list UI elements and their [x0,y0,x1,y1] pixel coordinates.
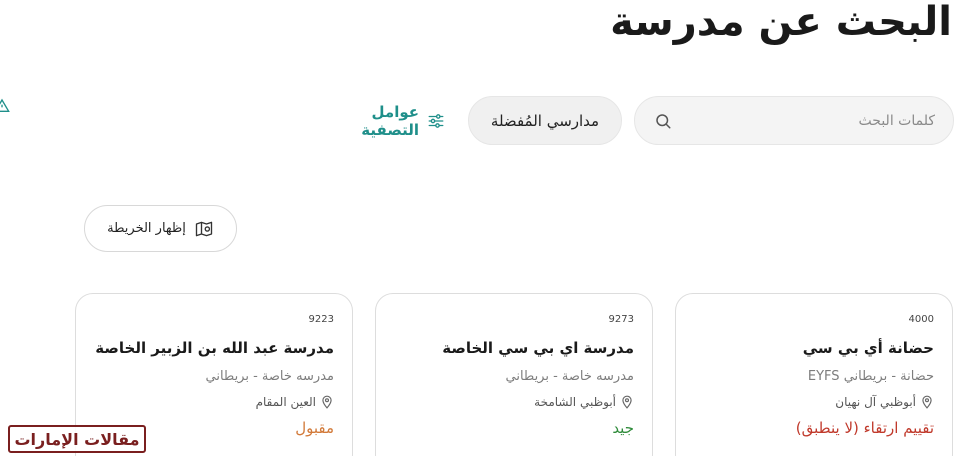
school-location-text: أبوظبي آل نهيان [835,395,916,409]
school-location: أبوظبي الشامخة [394,393,634,411]
warning-icon[interactable] [0,98,10,114]
school-code: 4000 [908,314,934,325]
show-map-button[interactable]: إظهار الخريطة [84,205,237,252]
search-icon[interactable] [653,111,673,131]
sliders-icon [427,112,445,130]
school-type: حضانة - بريطاني EYFS [807,369,934,384]
school-location-text: أبوظبي الشامخة [534,395,616,409]
school-type: مدرسه خاصة - بريطاني [505,369,634,384]
school-card[interactable]: 9273 مدرسة اي بي سي الخاصة مدرسه خاصة - … [375,293,653,456]
show-map-label: إظهار الخريطة [107,221,186,236]
watermark-text: مقالات الإمارات [14,429,140,449]
search-input[interactable] [681,112,935,129]
location-pin-icon [920,395,934,409]
school-location-text: العين المقام [255,395,316,409]
map-pin-icon [194,219,214,239]
search-box[interactable] [634,96,954,145]
school-rating: جيد [612,419,634,437]
favorites-button-label: مدارسي المُفضلة [490,111,600,130]
school-name[interactable]: مدرسة عبد الله بن الزبير الخاصة [94,339,334,361]
school-location: العين المقام [94,393,334,411]
filters-button[interactable]: عوامل التصفية [310,103,445,139]
school-code: 9223 [308,314,334,325]
school-code: 9273 [608,314,634,325]
watermark-logo: مقالات الإمارات [8,425,146,453]
page-title: البحث عن مدرسة [610,0,952,45]
location-pin-icon [320,395,334,409]
school-card[interactable]: 4000 حضانة أي بي سي حضانة - بريطاني EYFS… [675,293,953,456]
filters-label: عوامل التصفية [361,103,419,139]
school-type: مدرسه خاصة - بريطاني [205,369,334,384]
school-name[interactable]: حضانة أي بي سي [694,339,934,361]
favorites-button[interactable]: مدارسي المُفضلة [468,96,622,145]
school-rating: تقييم ارتقاء (لا ينطبق) [795,419,934,437]
school-location: أبوظبي آل نهيان [694,393,934,411]
school-name[interactable]: مدرسة اي بي سي الخاصة [394,339,634,361]
location-pin-icon [620,395,634,409]
